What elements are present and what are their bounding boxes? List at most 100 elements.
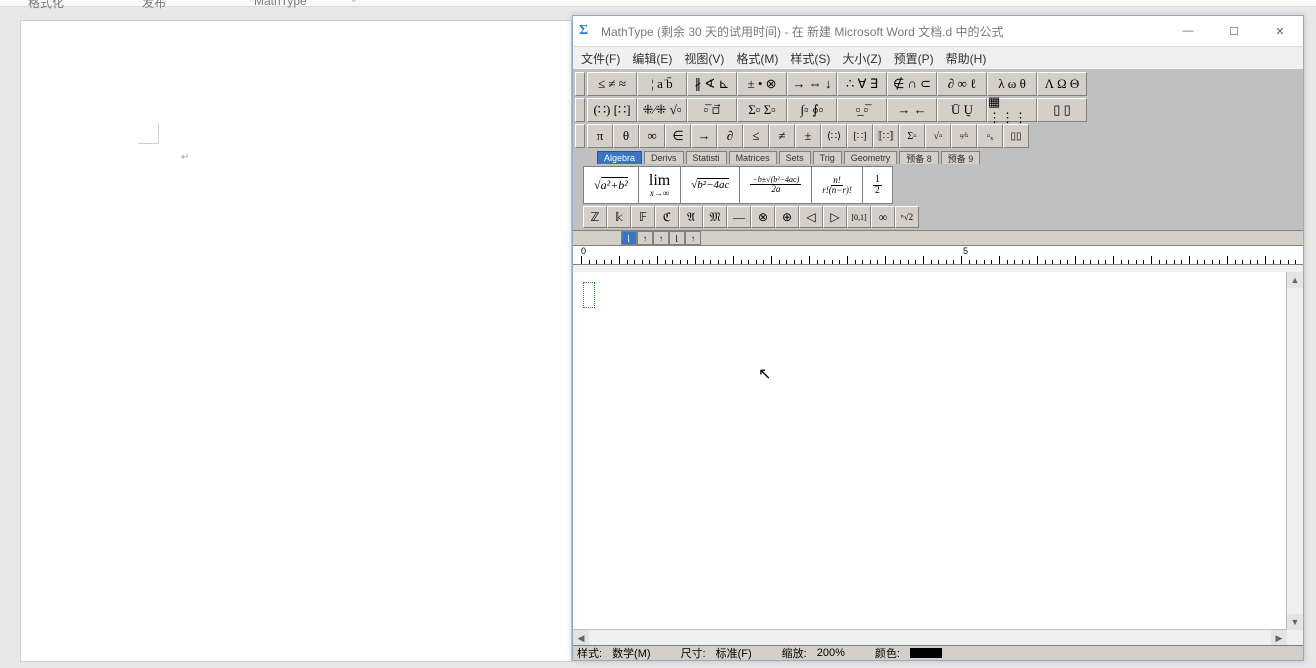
expr-quadratic[interactable]: −b±√(b²−4ac)2a xyxy=(739,166,811,204)
sbtn-interval[interactable]: [0,1] xyxy=(847,206,871,228)
status-zoom-value[interactable]: 200% xyxy=(817,647,855,659)
scroll-right-icon[interactable]: ▶ xyxy=(1271,630,1287,646)
tabstop-4[interactable]: ⌊ xyxy=(669,231,685,245)
tab-algebra[interactable]: Algebra xyxy=(597,151,642,164)
sym-neq[interactable]: ≠ xyxy=(769,124,795,148)
tabstop-1[interactable]: ⌊ xyxy=(621,231,637,245)
palette-logical[interactable]: ∴ ∀ ∃ xyxy=(837,72,887,96)
scroll-up-icon[interactable]: ▲ xyxy=(1287,272,1303,288)
tab-trig[interactable]: Trig xyxy=(813,151,842,164)
expr-limit[interactable]: limx→∞ xyxy=(638,166,680,204)
sym-plusminus[interactable]: ± xyxy=(795,124,821,148)
sym-pi[interactable]: π xyxy=(587,124,613,148)
horizontal-scrollbar[interactable]: ◀ ▶ xyxy=(573,629,1287,646)
palette-grip[interactable] xyxy=(575,124,585,148)
sbtn-z[interactable]: ℤ xyxy=(583,206,607,228)
sbtn-m[interactable]: 𝔐 xyxy=(703,206,727,228)
tmpl-subscript[interactable]: ▫ₓ xyxy=(977,124,1003,148)
tmpl-slot[interactable]: ▯▯ xyxy=(1003,124,1029,148)
sbtn-infty[interactable]: ∞ xyxy=(871,206,895,228)
menu-style[interactable]: 样式(S) xyxy=(784,48,836,69)
ruler[interactable]: 0 5 xyxy=(573,246,1303,265)
tab-matrices[interactable]: Matrices xyxy=(729,151,777,164)
expr-discriminant[interactable]: √b²−4ac xyxy=(680,166,739,204)
close-button[interactable]: ✕ xyxy=(1257,16,1303,46)
menu-help[interactable]: 帮助(H) xyxy=(940,48,993,69)
expr-half[interactable]: 12 xyxy=(862,166,893,204)
palette-greek-upper[interactable]: Λ Ω Θ xyxy=(1037,72,1087,96)
scroll-down-icon[interactable]: ▼ xyxy=(1287,614,1303,630)
sym-arrow-right[interactable]: → xyxy=(691,124,717,148)
sym-infty[interactable]: ∞ xyxy=(639,124,665,148)
menu-size[interactable]: 大小(Z) xyxy=(836,48,887,69)
palette-operators[interactable]: ± • ⊗ xyxy=(737,72,787,96)
sbtn-triangle-right[interactable]: ▷ xyxy=(823,206,847,228)
palette-greek-lower[interactable]: λ ω θ xyxy=(987,72,1037,96)
template-matrix[interactable]: ▦ ⋮⋮⋮ xyxy=(987,98,1037,122)
tabstop-3[interactable]: ↑ xyxy=(653,231,669,245)
tmpl-double-bracket[interactable]: ⟦∷⟧ xyxy=(873,124,899,148)
tmpl-sum[interactable]: Σ▫ xyxy=(899,124,925,148)
menu-format[interactable]: 格式(M) xyxy=(730,48,784,69)
sbtn-k[interactable]: 𝕜 xyxy=(607,206,631,228)
palette-grip[interactable] xyxy=(575,72,585,96)
expr-binomial[interactable]: n!r!(n−r)! xyxy=(811,166,862,204)
sym-element-of[interactable]: ∈ xyxy=(665,124,691,148)
palette-misc[interactable]: ∂ ∞ ℓ xyxy=(937,72,987,96)
palette-spaces[interactable]: ¦ a͘ b̄ xyxy=(637,72,687,96)
empty-slot[interactable] xyxy=(583,282,595,308)
sbtn-nthroot[interactable]: ⁿ√2 xyxy=(895,206,919,228)
titlebar[interactable]: Σ MathType (剩余 30 天的试用时间) - 在 新建 Microso… xyxy=(573,16,1303,47)
status-style-value[interactable]: 数学(M) xyxy=(612,645,661,661)
menu-preset[interactable]: 预置(P) xyxy=(888,48,940,69)
equation-canvas[interactable]: ↖ xyxy=(573,272,1287,630)
template-integral[interactable]: ∫▫ ∮▫ xyxy=(787,98,837,122)
vertical-scrollbar[interactable]: ▲ ▼ xyxy=(1286,272,1303,630)
sbtn-triangle-left[interactable]: ◁ xyxy=(799,206,823,228)
tab-sets[interactable]: Sets xyxy=(779,151,811,164)
sbtn-c[interactable]: ℭ xyxy=(655,206,679,228)
template-fences[interactable]: (∷) [∷] xyxy=(587,98,637,122)
sbtn-a[interactable]: 𝔄 xyxy=(679,206,703,228)
sym-theta[interactable]: θ xyxy=(613,124,639,148)
tab-reserve-8[interactable]: 预备 8 xyxy=(899,151,939,164)
menu-edit[interactable]: 编辑(E) xyxy=(626,48,678,69)
tab-statistics[interactable]: Statisti xyxy=(686,151,727,164)
minimize-button[interactable]: — xyxy=(1165,16,1211,46)
palette-arrows[interactable]: → ⇔ ↓ xyxy=(787,72,837,96)
tab-derivs[interactable]: Derivs xyxy=(644,151,684,164)
sym-partial[interactable]: ∂ xyxy=(717,124,743,148)
tab-reserve-9[interactable]: 预备 9 xyxy=(941,151,981,164)
template-sum[interactable]: Σ▫ Σ▫ xyxy=(737,98,787,122)
menu-file[interactable]: 文件(F) xyxy=(575,48,626,69)
palette-relational[interactable]: ≤ ≠ ≈ xyxy=(587,72,637,96)
sym-leq[interactable]: ≤ xyxy=(743,124,769,148)
sbtn-dash[interactable]: — xyxy=(727,206,751,228)
tmpl-fraction[interactable]: ▫⁄▫ xyxy=(951,124,977,148)
palette-embellish[interactable]: ∦ ∢ ⊾ xyxy=(687,72,737,96)
status-size-value[interactable]: 标准(F) xyxy=(716,645,762,661)
tab-geometry[interactable]: Geometry xyxy=(844,151,898,164)
tabstop-5[interactable]: ↑ xyxy=(685,231,701,245)
word-document-page[interactable]: ↵ xyxy=(20,20,572,662)
template-frac-radical[interactable]: ⁜⁄⁜ √▫ xyxy=(637,98,687,122)
tmpl-angle-bracket[interactable]: ⟨∷⟩ xyxy=(821,124,847,148)
template-products[interactable]: Ū Ṵ xyxy=(937,98,987,122)
expr-sqrt-a2b2[interactable]: √a²+b² xyxy=(583,166,638,204)
tmpl-sqrt[interactable]: √▫ xyxy=(925,124,951,148)
tabstop-2[interactable]: ↑ xyxy=(637,231,653,245)
scroll-left-icon[interactable]: ◀ xyxy=(573,630,589,646)
sbtn-oplus[interactable]: ⊕ xyxy=(775,206,799,228)
sbtn-f[interactable]: 𝔽 xyxy=(631,206,655,228)
tmpl-bracket[interactable]: [∷] xyxy=(847,124,873,148)
maximize-button[interactable]: ☐ xyxy=(1211,16,1257,46)
template-sub-sup[interactable]: ▫̅ ▫⃗ xyxy=(687,98,737,122)
status-color-swatch[interactable] xyxy=(910,648,942,658)
palette-set-theory[interactable]: ∉ ∩ ⊂ xyxy=(887,72,937,96)
template-boxes[interactable]: ▯ ▯ xyxy=(1037,98,1087,122)
palette-grip[interactable] xyxy=(575,98,585,122)
menu-view[interactable]: 视图(V) xyxy=(678,48,730,69)
template-label-arrows[interactable]: → ← xyxy=(887,98,937,122)
template-underover[interactable]: ▫̲ ▫̅ xyxy=(837,98,887,122)
ribbon-expand-icon[interactable]: ⌄ xyxy=(350,0,358,5)
